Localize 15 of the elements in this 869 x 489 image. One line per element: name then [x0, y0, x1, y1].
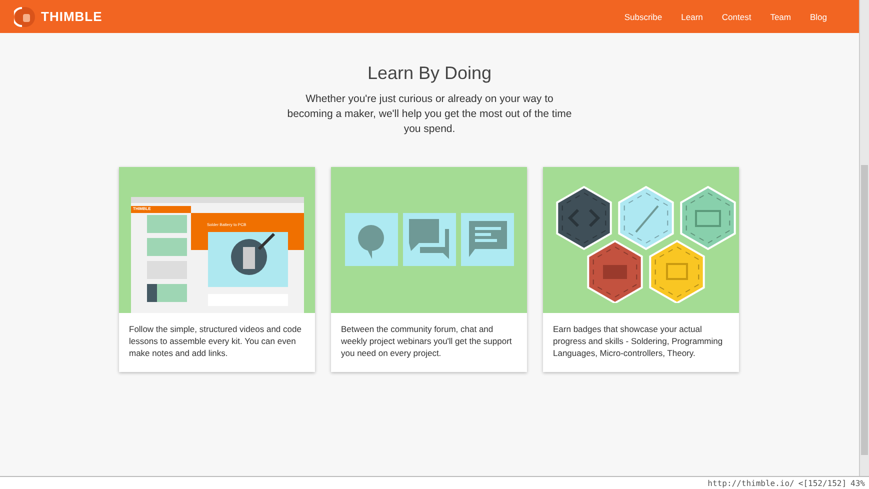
logo-text: THIMBLE	[41, 9, 102, 24]
position-text: <[152/152]	[798, 478, 847, 488]
thimble-logo-icon	[14, 6, 36, 28]
card-description: Between the community forum, chat and weekly project webinars you'll get the support you need on every project.	[340, 323, 513, 360]
nav-link[interactable]: Learn	[681, 12, 703, 22]
section-title: Learn By Doing	[367, 63, 492, 84]
nav-link[interactable]: Contest	[722, 12, 752, 22]
nav-link[interactable]: Subscribe	[624, 12, 662, 22]
url-text: http://thimble.io/	[708, 478, 794, 488]
card-description: Earn badges that showcase your actual progress and skills - Soldering, Programming Languages, Micro-controllers, Theory.	[552, 323, 724, 360]
percent-text: 43%	[850, 478, 865, 488]
nav-link[interactable]: Team	[770, 12, 791, 22]
section-subtitle: Whether you're just curious or already on your way to becoming a maker, we'll help you get the most out of the time you spend.	[286, 92, 573, 137]
nav-link[interactable]: Blog	[810, 12, 827, 22]
card-description: Follow the simple, structured videos and code lessons to assemble every kit. You can even make notes and add links.	[128, 323, 302, 360]
